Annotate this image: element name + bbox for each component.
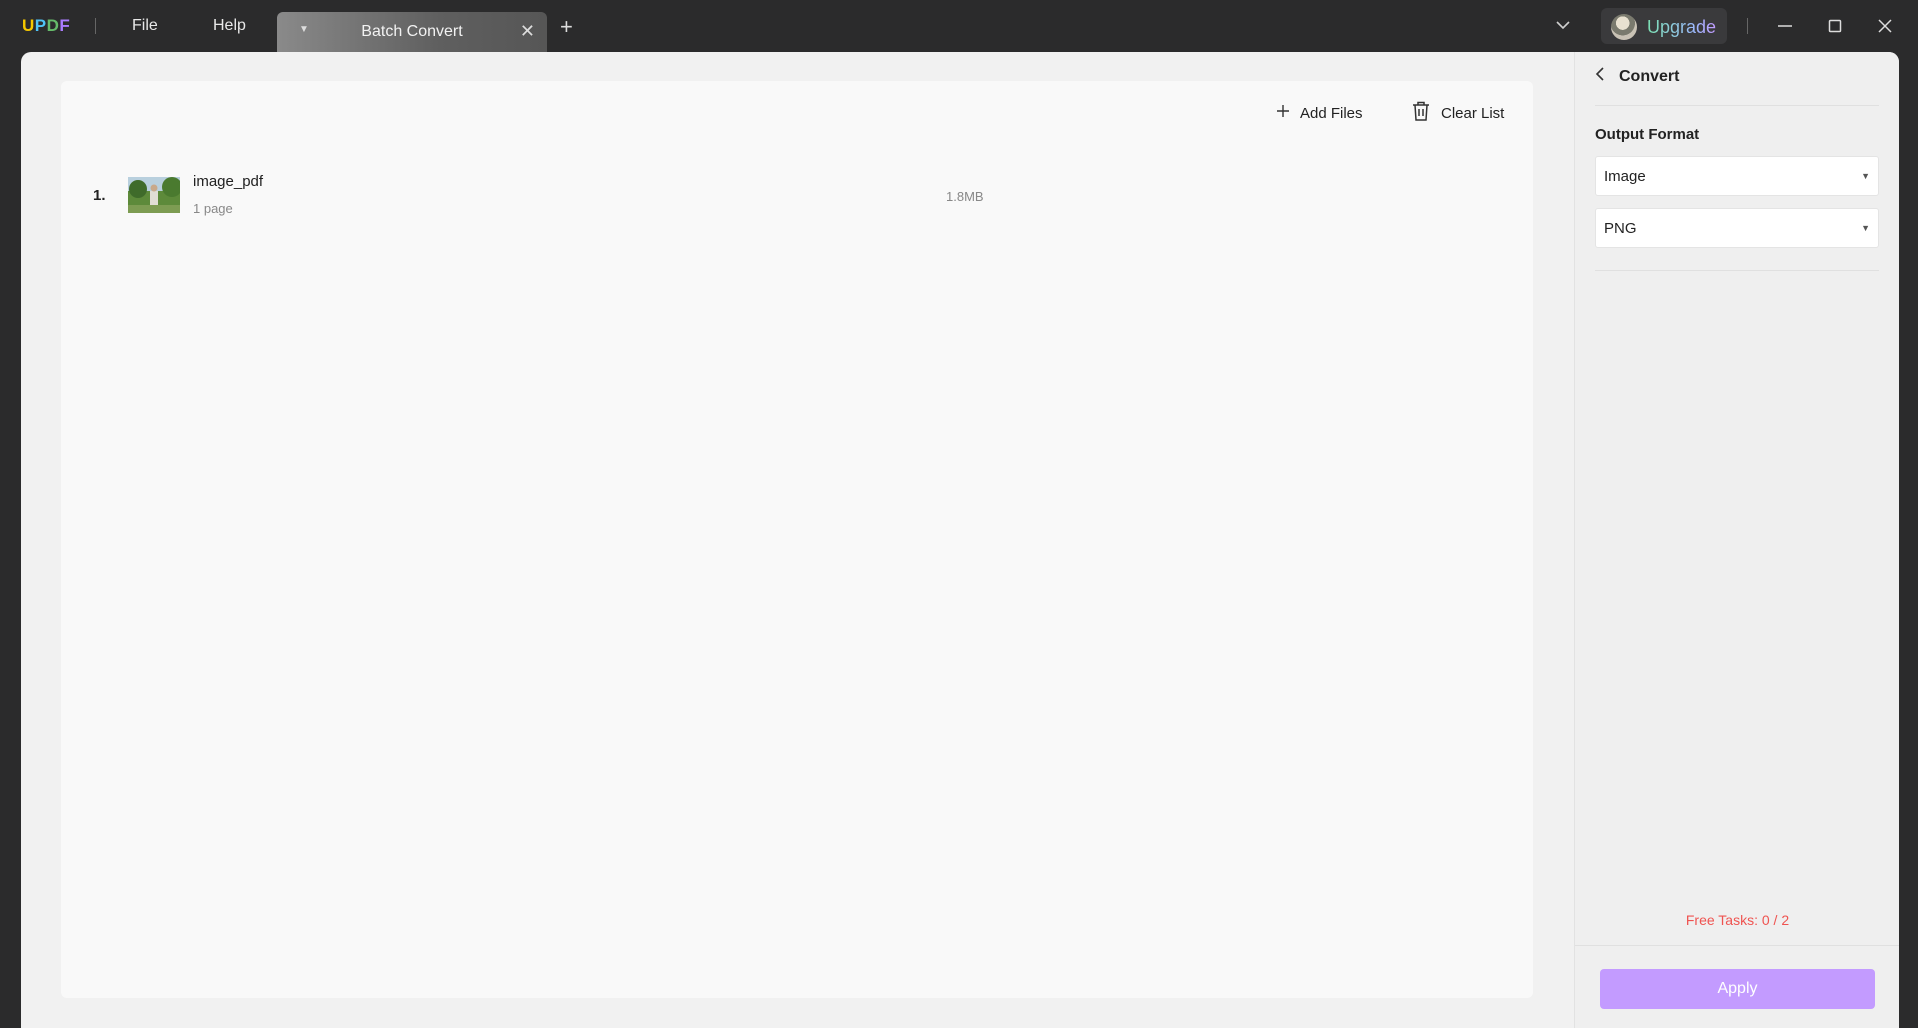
add-files-button[interactable]: Add Files <box>1276 99 1363 127</box>
divider <box>1747 18 1748 34</box>
avatar <box>1611 14 1637 40</box>
format-select[interactable]: Image ▼ <box>1595 156 1879 196</box>
upgrade-label: Upgrade <box>1647 17 1717 37</box>
add-files-label: Add Files <box>1300 104 1363 122</box>
file-index: 1. <box>93 187 106 204</box>
menu-help[interactable]: Help <box>213 17 246 35</box>
upgrade-button[interactable]: Upgrade <box>1601 8 1727 44</box>
divider <box>95 18 96 34</box>
tab-title: Batch Convert <box>361 23 463 40</box>
divider <box>1595 105 1879 106</box>
title-bar: UPDF File Help ▼ Batch Convert ✕ + Upgra… <box>0 0 1918 52</box>
main-area: Add Files Clear List 1. image_pdf 1 page… <box>21 52 1899 1028</box>
dropdown-arrow-icon: ▼ <box>1861 223 1870 233</box>
clear-list-label: Clear List <box>1441 104 1505 122</box>
file-row[interactable]: 1. image_pdf 1 page 1.8MB <box>61 171 1533 219</box>
subformat-select-value: PNG <box>1604 220 1637 237</box>
convert-panel: Convert Output Format Image ▼ PNG ▼ Free… <box>1574 52 1899 1028</box>
back-chevron-icon[interactable] <box>1595 67 1605 86</box>
clear-list-button[interactable]: Clear List <box>1411 99 1504 127</box>
file-thumbnail <box>128 177 180 213</box>
plus-icon <box>1276 104 1290 122</box>
trash-icon <box>1411 100 1431 126</box>
close-window-icon[interactable] <box>1871 12 1899 40</box>
minimize-icon[interactable] <box>1771 12 1799 40</box>
chevron-down-icon[interactable] <box>1554 16 1572 39</box>
close-tab-icon[interactable]: ✕ <box>520 21 535 42</box>
apply-button[interactable]: Apply <box>1600 969 1875 1009</box>
file-pages: 1 page <box>193 201 233 216</box>
panel-title: Convert <box>1619 67 1680 85</box>
panel-header: Convert <box>1595 67 1679 86</box>
subformat-select[interactable]: PNG ▼ <box>1595 208 1879 248</box>
divider <box>1595 270 1879 271</box>
divider <box>1575 945 1899 946</box>
file-name: image_pdf <box>193 173 264 190</box>
app-logo: UPDF <box>22 16 71 35</box>
menu-file[interactable]: File <box>132 17 158 35</box>
tab-batch-convert[interactable]: ▼ Batch Convert ✕ <box>277 12 547 52</box>
dropdown-arrow-icon: ▼ <box>1861 171 1870 181</box>
maximize-icon[interactable] <box>1821 12 1849 40</box>
file-list-panel: Add Files Clear List 1. image_pdf 1 page… <box>61 81 1533 998</box>
output-format-label: Output Format <box>1595 126 1700 143</box>
file-size: 1.8MB <box>946 189 984 204</box>
new-tab-button[interactable]: + <box>560 16 573 38</box>
format-select-value: Image <box>1604 168 1646 185</box>
free-tasks-counter: Free Tasks: 0 / 2 <box>1685 912 1790 928</box>
